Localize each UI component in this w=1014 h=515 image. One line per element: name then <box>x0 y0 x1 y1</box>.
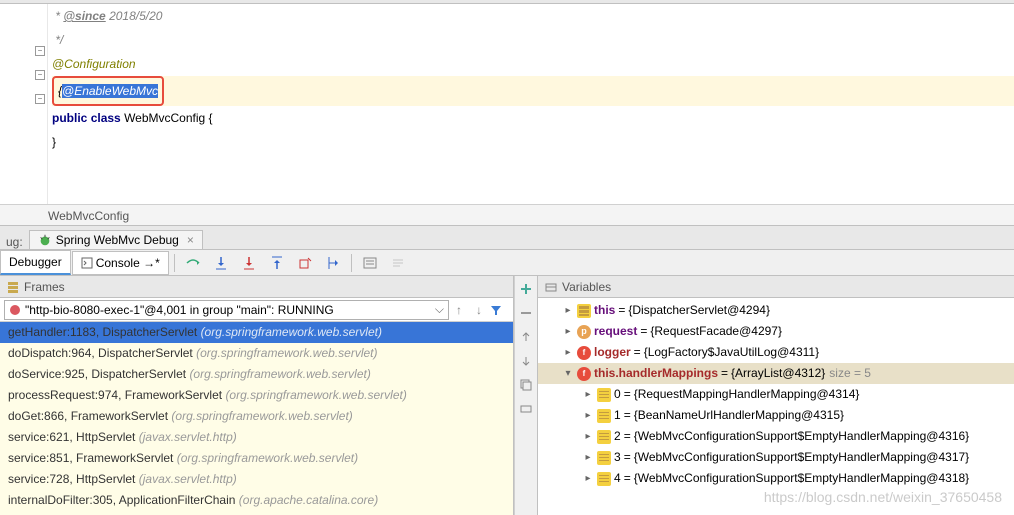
frames-header: Frames <box>0 276 513 298</box>
editor[interactable]: − − − * @since 2018/5/20 */ @Configurati… <box>0 4 1014 204</box>
frame-item[interactable]: getHandler:1183, DispatcherServlet (org.… <box>0 322 513 343</box>
param-icon: p <box>577 325 591 339</box>
filter-icon[interactable] <box>489 303 509 317</box>
variable-row[interactable]: ▸4 = {WebMvcConfigurationSupport$EmptyHa… <box>538 468 1014 489</box>
code-line: */ <box>52 28 1014 52</box>
frames-icon <box>6 280 20 294</box>
frame-item[interactable]: service:621, HttpServlet (javax.servlet.… <box>0 427 513 448</box>
code-content[interactable]: * @since 2018/5/20 */ @Configuration {@E… <box>48 4 1014 204</box>
chevron-down-icon: ⌵ <box>435 302 444 317</box>
red-highlight-box: {@EnableWebMvc <box>52 76 164 106</box>
run-to-cursor-icon[interactable] <box>322 252 344 274</box>
separator <box>351 254 352 272</box>
variable-row[interactable]: ▸this = {DispatcherServlet@4294} <box>538 300 1014 321</box>
step-into-icon[interactable] <box>210 252 232 274</box>
fold-icon[interactable]: − <box>35 46 45 56</box>
variable-row[interactable]: ▸prequest = {RequestFacade@4297} <box>538 321 1014 342</box>
variables-icon <box>544 280 558 294</box>
array-element-icon <box>597 388 611 402</box>
code-line: * @since 2018/5/20 <box>52 4 1014 28</box>
frame-item[interactable]: doGet:866, FrameworkServlet (org.springf… <box>0 406 513 427</box>
expander-icon[interactable]: ▸ <box>562 300 574 321</box>
debug-toolbar: Debugger Console →* <box>0 250 1014 276</box>
variable-row[interactable]: ▸2 = {WebMvcConfigurationSupport$EmptyHa… <box>538 426 1014 447</box>
fold-icon[interactable]: − <box>35 70 45 80</box>
code-line-highlighted: {@EnableWebMvc <box>52 76 1014 106</box>
fold-icon[interactable]: − <box>35 94 45 104</box>
thread-selector-row: "http-bio-8080-exec-1"@4,001 in group "m… <box>0 298 513 322</box>
step-over-icon[interactable] <box>182 252 204 274</box>
frame-item[interactable]: doDispatch:964, DispatcherServlet (org.s… <box>0 343 513 364</box>
debug-session-tabs: ug: Spring WebMvc Debug × <box>0 226 1014 250</box>
frame-item[interactable]: doService:925, DispatcherServlet (org.sp… <box>0 364 513 385</box>
breakpoint-icon <box>9 304 21 316</box>
variable-row[interactable]: ▸3 = {WebMvcConfigurationSupport$EmptyHa… <box>538 447 1014 468</box>
code-line: } <box>52 130 1014 154</box>
close-icon[interactable]: × <box>187 233 194 247</box>
settings-icon[interactable] <box>387 252 409 274</box>
debug-session-label: Spring WebMvc Debug <box>56 233 179 247</box>
array-element-icon <box>597 430 611 444</box>
expander-icon[interactable]: ▸ <box>582 468 594 489</box>
next-frame-icon[interactable]: ↓ <box>469 303 489 317</box>
copy-icon[interactable] <box>517 376 535 394</box>
frames-panel: Frames "http-bio-8080-exec-1"@4,001 in g… <box>0 276 514 515</box>
breadcrumb[interactable]: WebMvcConfig <box>0 204 1014 226</box>
frame-item[interactable]: internalDoFilter:305, ApplicationFilterC… <box>0 490 513 511</box>
variable-row[interactable]: ▸0 = {RequestMappingHandlerMapping@4314} <box>538 384 1014 405</box>
step-out-icon[interactable] <box>266 252 288 274</box>
force-step-into-icon[interactable] <box>238 252 260 274</box>
add-watch-icon[interactable] <box>517 280 535 298</box>
code-line: @Configuration <box>52 52 1014 76</box>
frame-item[interactable]: processRequest:974, FrameworkServlet (or… <box>0 385 513 406</box>
expander-icon[interactable]: ▸ <box>562 321 574 342</box>
tab-console[interactable]: Console →* <box>72 251 169 275</box>
evaluate-icon[interactable] <box>359 252 381 274</box>
object-icon <box>577 304 591 318</box>
more-icon[interactable] <box>517 400 535 418</box>
variable-row[interactable]: ▾fthis.handlerMappings = {ArrayList@4312… <box>538 363 1014 384</box>
tab-debugger[interactable]: Debugger <box>0 250 71 275</box>
expander-icon[interactable]: ▸ <box>582 447 594 468</box>
expander-icon[interactable]: ▸ <box>582 426 594 447</box>
field-icon: f <box>577 346 591 360</box>
debug-panels: Frames "http-bio-8080-exec-1"@4,001 in g… <box>0 276 1014 515</box>
frame-item[interactable]: service:728, HttpServlet (javax.servlet.… <box>0 469 513 490</box>
remove-watch-icon[interactable] <box>517 304 535 322</box>
array-element-icon <box>597 472 611 486</box>
gutter: − − − <box>0 4 48 204</box>
expander-icon[interactable]: ▸ <box>582 384 594 405</box>
debug-session-tab[interactable]: Spring WebMvc Debug × <box>29 230 203 249</box>
array-element-icon <box>597 409 611 423</box>
debug-label: ug: <box>0 235 29 249</box>
prev-frame-icon[interactable]: ↑ <box>449 303 469 317</box>
frames-list[interactable]: getHandler:1183, DispatcherServlet (org.… <box>0 322 513 515</box>
drop-frame-icon[interactable] <box>294 252 316 274</box>
separator <box>174 254 175 272</box>
array-element-icon <box>597 451 611 465</box>
bug-icon <box>38 233 52 247</box>
variable-row[interactable]: ▸flogger = {LogFactory$JavaUtilLog@4311} <box>538 342 1014 363</box>
field-icon: f <box>577 367 591 381</box>
variables-panel: Variables ▸this = {DispatcherServlet@429… <box>538 276 1014 515</box>
side-toolbox <box>514 276 538 515</box>
frame-item[interactable]: service:851, FrameworkServlet (org.sprin… <box>0 448 513 469</box>
expander-icon[interactable]: ▾ <box>562 363 574 384</box>
expander-icon[interactable]: ▸ <box>582 405 594 426</box>
variables-header: Variables <box>538 276 1014 298</box>
variable-row[interactable]: ▸1 = {BeanNameUrlHandlerMapping@4315} <box>538 405 1014 426</box>
thread-dropdown[interactable]: "http-bio-8080-exec-1"@4,001 in group "m… <box>4 300 449 320</box>
console-icon <box>81 257 93 269</box>
down-icon[interactable] <box>517 352 535 370</box>
expander-icon[interactable]: ▸ <box>562 342 574 363</box>
up-icon[interactable] <box>517 328 535 346</box>
variables-tree[interactable]: ▸this = {DispatcherServlet@4294}▸preques… <box>538 298 1014 515</box>
code-line: public class WebMvcConfig { <box>52 106 1014 130</box>
